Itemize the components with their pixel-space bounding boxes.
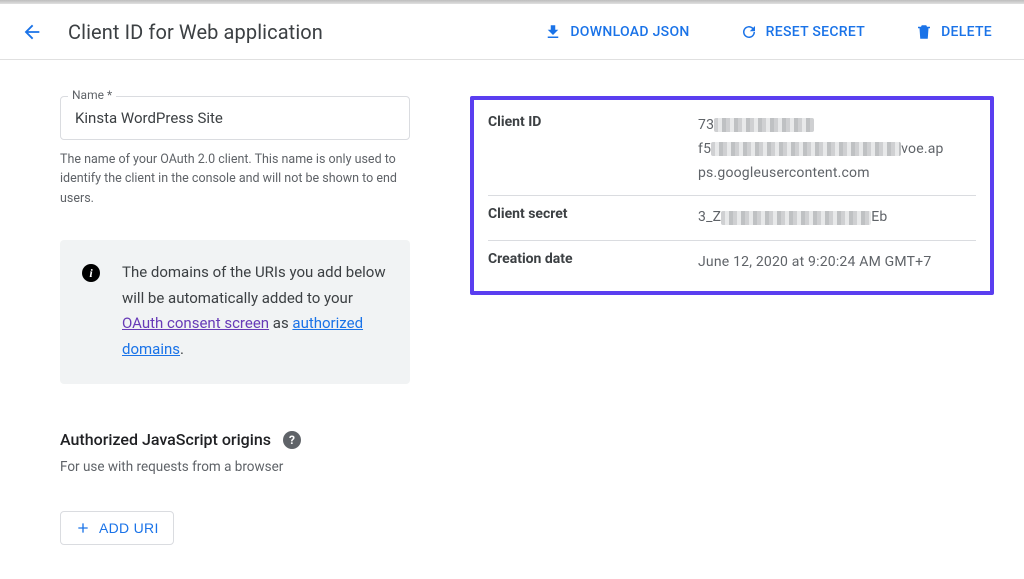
client-secret-value: 3_Z Eb: [698, 206, 976, 230]
back-button[interactable]: [20, 20, 44, 44]
reset-icon: [740, 23, 758, 41]
trash-icon: [915, 23, 933, 41]
name-field-label: Name *: [68, 88, 116, 102]
download-json-button[interactable]: DOWNLOAD JSON: [532, 15, 701, 49]
info-text-post: .: [180, 340, 184, 358]
client-id-value: 73 f5 voe.ap ps.googleusercontent.com: [698, 114, 976, 185]
client-secret-prefix: 3_Z: [698, 209, 721, 225]
js-origins-subtitle: For use with requests from a browser: [60, 459, 410, 475]
page-header: Client ID for Web application DOWNLOAD J…: [0, 4, 1024, 60]
js-origins-title: Authorized JavaScript origins: [60, 430, 271, 449]
client-id-row: Client ID 73 f5 voe.ap ps.googleuserconte…: [488, 104, 976, 196]
creation-date-row: Creation date June 12, 2020 at 9:20:24 A…: [488, 241, 976, 285]
add-uri-button[interactable]: ADD URI: [60, 511, 174, 545]
reset-secret-button[interactable]: RESET SECRET: [728, 15, 877, 49]
redacted-strip: [714, 118, 814, 132]
client-secret-suffix: Eb: [871, 209, 887, 225]
info-text-pre: The domains of the URIs you add below wi…: [122, 263, 386, 307]
client-id-label: Client ID: [488, 114, 698, 185]
arrow-left-icon: [21, 21, 43, 43]
name-field-help: The name of your OAuth 2.0 client. This …: [60, 150, 410, 208]
redacted-strip: [711, 142, 901, 156]
delete-button[interactable]: DELETE: [903, 15, 1004, 49]
download-icon: [544, 23, 562, 41]
left-column: Name * The name of your OAuth 2.0 client…: [60, 96, 410, 545]
creation-date-label: Creation date: [488, 251, 698, 275]
info-icon: i: [82, 264, 100, 282]
download-json-label: DOWNLOAD JSON: [570, 24, 689, 40]
domains-info-text: The domains of the URIs you add below wi…: [122, 260, 388, 362]
oauth-consent-screen-link[interactable]: OAuth consent screen: [122, 314, 269, 332]
client-id-line2-suffix: voe.ap: [901, 141, 943, 157]
delete-label: DELETE: [941, 24, 992, 40]
client-secret-row: Client secret 3_Z Eb: [488, 196, 976, 241]
domains-info-box: i The domains of the URIs you add below …: [60, 240, 410, 384]
client-id-line2-prefix: f5: [698, 141, 711, 157]
redacted-strip: [721, 211, 871, 225]
info-text-mid: as: [269, 314, 292, 332]
client-id-line3: ps.googleusercontent.com: [698, 165, 870, 181]
name-field-wrap: Name *: [60, 96, 410, 140]
add-uri-label: ADD URI: [99, 520, 159, 536]
reset-secret-label: RESET SECRET: [766, 24, 865, 40]
credentials-box: Client ID 73 f5 voe.ap ps.googleuserconte…: [470, 96, 994, 295]
creation-date-value: June 12, 2020 at 9:20:24 AM GMT+7: [698, 251, 976, 275]
right-column: Client ID 73 f5 voe.ap ps.googleuserconte…: [470, 96, 994, 545]
plus-icon: [75, 520, 91, 536]
help-icon[interactable]: ?: [283, 431, 301, 449]
content: Name * The name of your OAuth 2.0 client…: [0, 60, 1024, 545]
client-id-prefix: 73: [698, 117, 714, 133]
name-input[interactable]: [60, 96, 410, 140]
js-origins-section: Authorized JavaScript origins ? For use …: [60, 430, 410, 545]
page-title: Client ID for Web application: [68, 20, 323, 44]
client-secret-label: Client secret: [488, 206, 698, 230]
